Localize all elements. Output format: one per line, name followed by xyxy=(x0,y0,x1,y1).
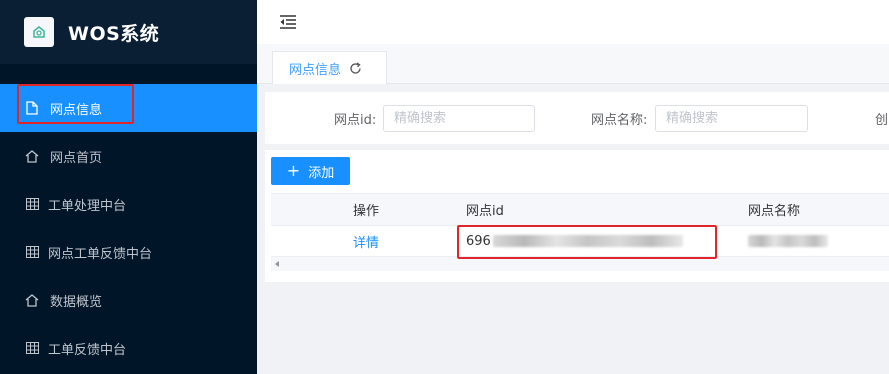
sidebar-item-label: 数据概览 xyxy=(50,294,103,310)
field-label-outlet-id: 网点id: xyxy=(334,112,377,128)
sidebar-item-outlet-feedback-center[interactable]: 网点工单反馈中台 xyxy=(0,228,257,276)
brand-title: WOS系统 xyxy=(68,22,160,45)
sidebar-item-label: 网点信息 xyxy=(50,102,103,118)
sidebar-menu: 网点信息 网点首页 工单处理中台 网点工单反馈中台 数据概览 工单反馈中台 xyxy=(0,84,257,372)
field-label-created: 创 xyxy=(875,112,889,128)
add-button[interactable]: + 添加 xyxy=(271,157,350,185)
home-icon xyxy=(24,293,40,307)
home-icon xyxy=(24,149,40,163)
document-icon xyxy=(24,101,40,115)
sidebar-item-label: 工单处理中台 xyxy=(48,198,127,214)
sidebar-item-outlet-info[interactable]: 网点信息 xyxy=(0,84,257,132)
scroll-left-arrow-icon[interactable] xyxy=(275,261,279,267)
column-header-outlet-name: 网点名称 xyxy=(748,204,801,219)
grid-icon xyxy=(24,198,40,210)
outlet-id-cell: 696 xyxy=(466,234,683,249)
add-button-label: 添加 xyxy=(308,165,335,181)
tab-outlet-info[interactable]: 网点信息 xyxy=(272,51,387,84)
outlet-name-input[interactable] xyxy=(655,104,808,132)
outlet-id-input[interactable] xyxy=(383,104,535,132)
sidebar-item-label: 工单反馈中台 xyxy=(48,342,127,358)
tabs-bar: 网点信息 xyxy=(257,44,889,84)
column-header-outlet-id: 网点id xyxy=(466,204,504,219)
sidebar-item-ticket-center[interactable]: 工单处理中台 xyxy=(0,180,257,228)
redacted-name xyxy=(748,235,828,247)
mail-icon xyxy=(33,26,45,38)
brand: WOS系统 xyxy=(0,0,257,64)
grid-icon xyxy=(24,342,40,354)
search-panel: 网点id: 网点名称: 创 xyxy=(265,92,889,144)
sidebar-item-label: 网点工单反馈中台 xyxy=(48,246,153,262)
sidebar-item-feedback-center[interactable]: 工单反馈中台 xyxy=(0,324,257,372)
horizontal-scrollbar[interactable] xyxy=(271,257,889,271)
topbar xyxy=(257,0,889,44)
brand-logo xyxy=(24,17,54,47)
sidebar-item-label: 网点首页 xyxy=(50,150,103,166)
outlet-id-visible-prefix: 696 xyxy=(466,233,491,249)
data-table: 操作 网点id 网点名称 详情 696 xyxy=(271,193,889,271)
field-label-outlet-name: 网点名称: xyxy=(591,112,648,128)
refresh-icon[interactable] xyxy=(349,61,362,75)
sidebar-item-outlet-home[interactable]: 网点首页 xyxy=(0,132,257,180)
table-row: 详情 696 xyxy=(271,226,889,257)
column-header-action: 操作 xyxy=(353,204,380,219)
sidebar: WOS系统 网点信息 网点首页 工单处理中台 网点工单反馈中台 数据概览 工单反… xyxy=(0,0,257,374)
plus-icon: + xyxy=(286,161,301,180)
tab-label: 网点信息 xyxy=(289,62,342,78)
grid-icon xyxy=(24,246,40,258)
sidebar-item-data-overview[interactable]: 数据概览 xyxy=(0,276,257,324)
menu-fold-icon[interactable] xyxy=(279,15,297,29)
table-panel: + 添加 操作 网点id 网点名称 详情 696 xyxy=(265,150,889,282)
table-header: 操作 网点id 网点名称 xyxy=(271,194,889,226)
outlet-name-cell xyxy=(748,234,828,249)
detail-link[interactable]: 详情 xyxy=(353,232,379,251)
redacted-id xyxy=(492,235,683,247)
